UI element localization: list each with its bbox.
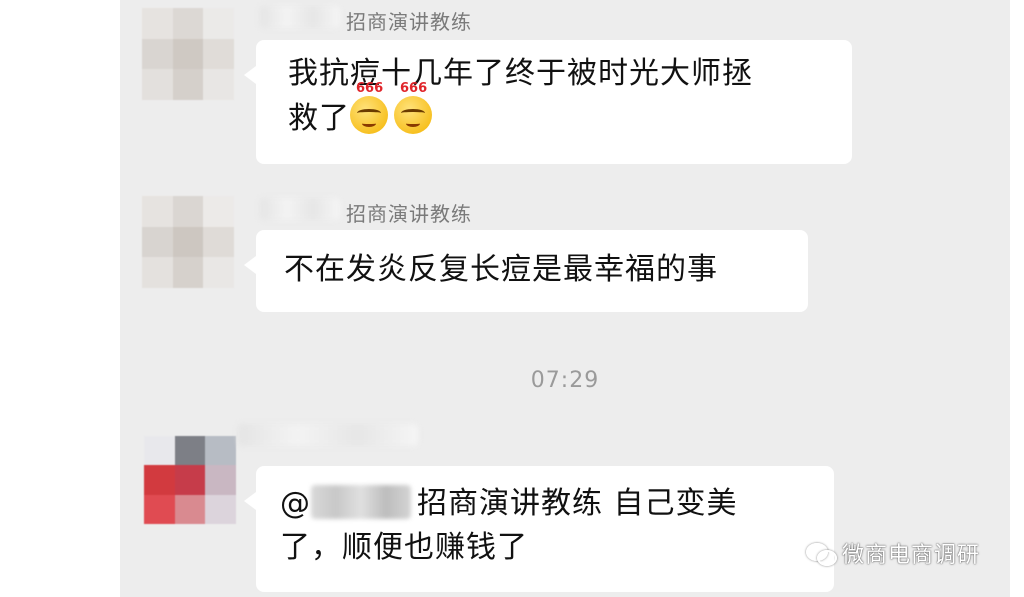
message-bubble[interactable]: @ 招商演讲教练 自己变美 了，顺便也赚钱了 <box>244 466 834 592</box>
watermark-text: 微商电商调研 <box>842 543 981 568</box>
message-bubble[interactable]: 不在发炎反复长痘是最幸福的事 <box>244 230 808 312</box>
cool-666-emoji-icon: 666 <box>394 82 432 134</box>
emoji-label: 666 <box>356 81 384 96</box>
message-text-line2: 救了 666 666 <box>288 82 828 141</box>
blurred-nickname <box>238 424 418 446</box>
message-text: 救了 <box>288 101 350 136</box>
message-text: 不在发炎反复长痘是最幸福的事 <box>284 252 718 287</box>
watermark: 微商电商调研 <box>806 536 980 570</box>
message-text-line1: @ 招商演讲教练 自己变美 <box>280 482 810 526</box>
chat-area: 招商演讲教练 我抗痘十几年了终于被时光大师拯 救了 666 666 招商演讲教练 不… <box>120 0 1010 597</box>
mention-at-sign: @ <box>280 486 311 521</box>
message-text: 招商演讲教练 自己变美 <box>417 486 738 521</box>
blurred-nickname <box>260 6 340 28</box>
timestamp: 07:29 <box>530 368 600 393</box>
sender-name: 招商演讲教练 <box>346 202 472 226</box>
avatar[interactable] <box>142 196 234 288</box>
blurred-mention <box>311 485 411 519</box>
avatar[interactable] <box>142 8 234 100</box>
avatar[interactable] <box>144 436 236 524</box>
message-bubble[interactable]: 我抗痘十几年了终于被时光大师拯 救了 666 666 <box>244 40 852 164</box>
blurred-nickname <box>260 198 340 220</box>
wechat-logo-icon <box>806 541 837 566</box>
message-text: 了，顺便也赚钱了 <box>280 530 528 565</box>
sender-name: 招商演讲教练 <box>346 10 472 34</box>
cool-666-emoji-icon: 666 <box>350 82 388 134</box>
emoji-label: 666 <box>400 81 428 96</box>
